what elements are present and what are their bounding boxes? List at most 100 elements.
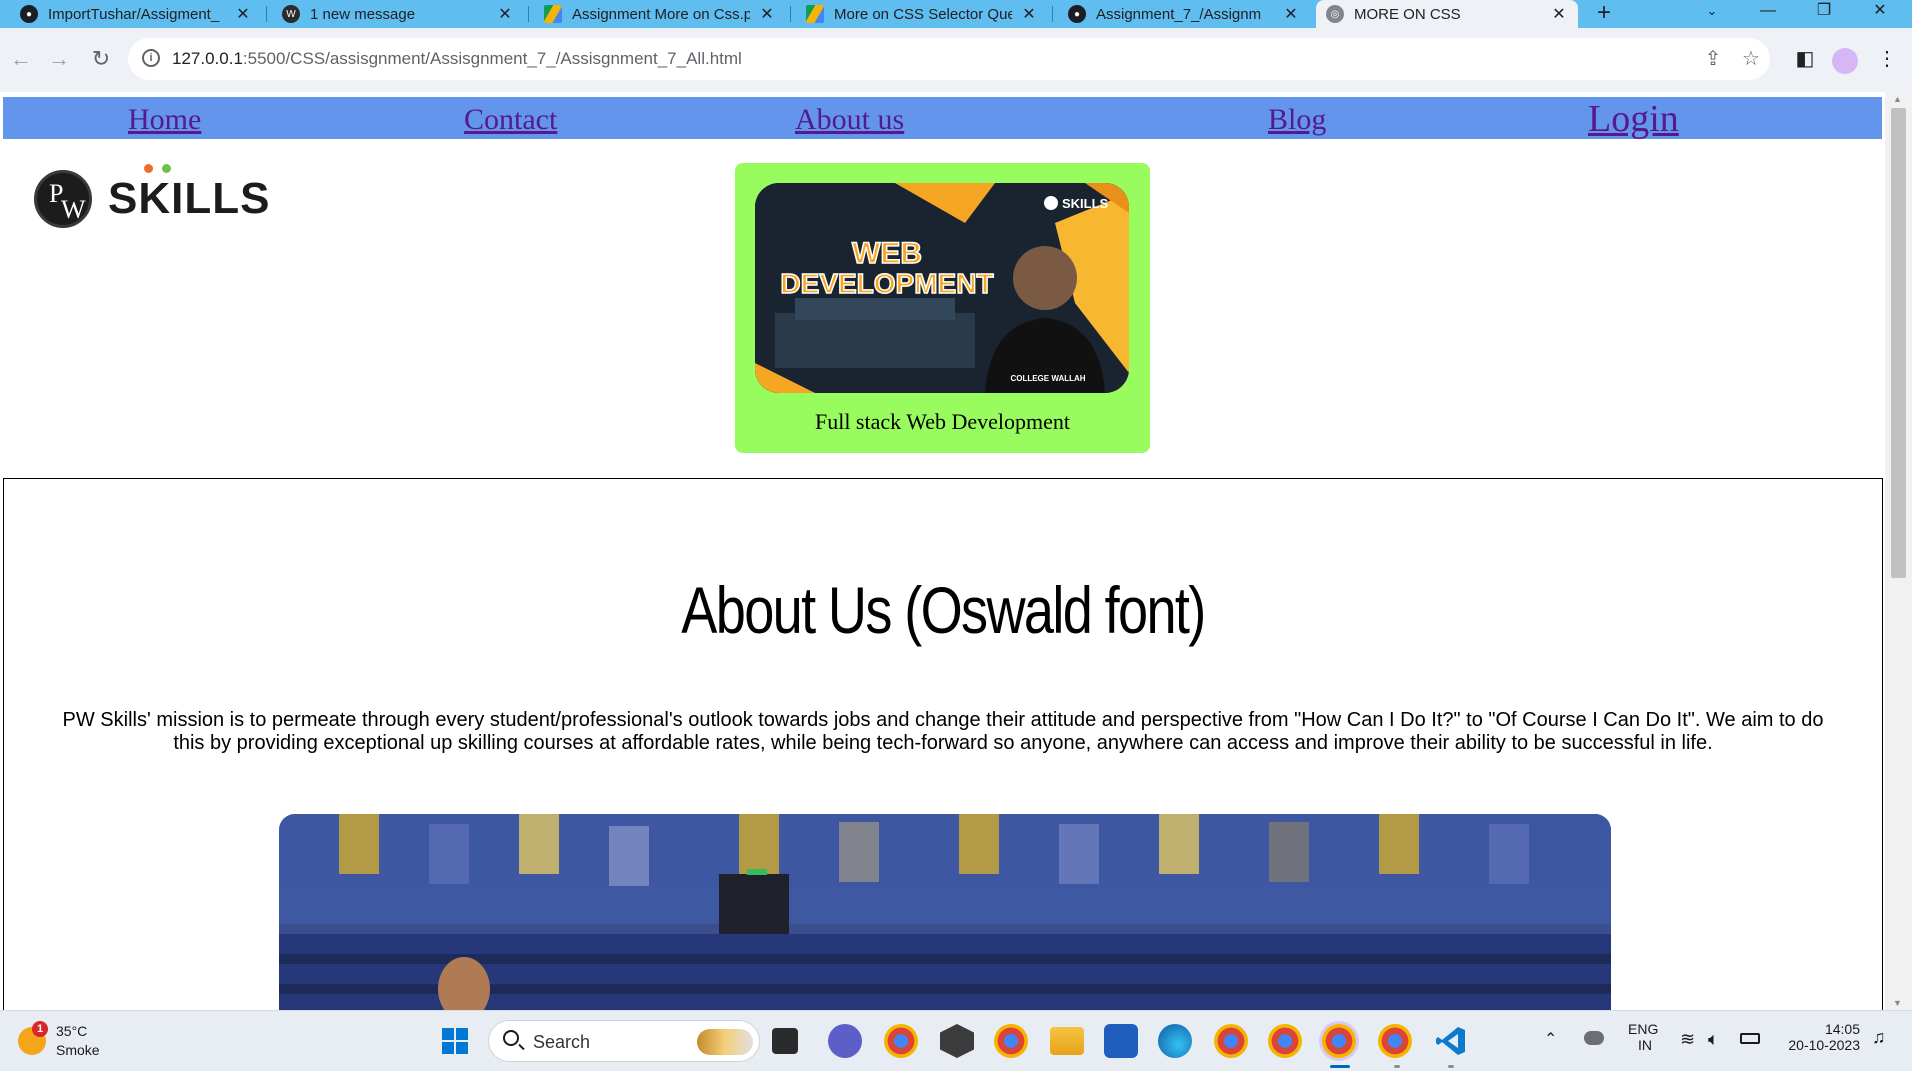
battery-icon[interactable] xyxy=(1740,1033,1760,1044)
running-app-indicator xyxy=(1394,1065,1400,1068)
about-heading: About Us (Oswald font) xyxy=(681,573,1206,647)
page-scrollbar[interactable]: ▲ ▼ xyxy=(1885,92,1912,1010)
about-mission-text: PW Skills' mission is to permeate throug… xyxy=(62,709,1824,754)
tab-assignment-drive[interactable]: Assignment More on Css.p ✕ xyxy=(534,0,786,28)
close-tab-icon[interactable]: ✕ xyxy=(1282,4,1300,24)
scroll-up-arrow-icon[interactable]: ▲ xyxy=(1893,94,1902,104)
browser-toolbar: ← → ↻ i 127.0.0.1:5500/CSS/assisgnment/A… xyxy=(0,28,1912,92)
search-icon xyxy=(503,1030,519,1046)
logo-dot-orange xyxy=(144,164,153,173)
microsoft-store-icon[interactable] xyxy=(1104,1024,1138,1058)
weather-notification-badge: 1 xyxy=(32,1021,48,1037)
nav-link-home[interactable]: Home xyxy=(128,103,201,137)
thumbnail-title-line1: WEB xyxy=(852,237,922,270)
course-card-caption: Full stack Web Development xyxy=(814,409,1071,434)
address-url[interactable]: 127.0.0.1:5500/CSS/assisgnment/Assisgnme… xyxy=(172,49,742,69)
menu-kebab-icon[interactable]: ⋮ xyxy=(1872,44,1902,74)
volume-icon[interactable]: 🔈︎ xyxy=(1708,1029,1719,1050)
weather-condition: Smoke xyxy=(56,1042,100,1058)
tab-separator xyxy=(790,6,791,22)
back-button[interactable]: ← xyxy=(6,44,36,74)
close-tab-icon[interactable]: ✕ xyxy=(1020,4,1038,24)
auditorium-photo-art xyxy=(279,814,1611,1010)
side-panel-icon[interactable]: ◧ xyxy=(1790,44,1820,74)
scrollbar-thumb[interactable] xyxy=(1891,108,1906,578)
restore-button[interactable]: ❐ xyxy=(1796,0,1852,28)
pw-logo-mark: P W xyxy=(34,170,92,228)
nav-link-login[interactable]: Login xyxy=(1588,97,1679,141)
google-drive-icon xyxy=(806,5,824,23)
running-app-indicator xyxy=(1448,1065,1454,1068)
close-window-button[interactable]: ✕ xyxy=(1852,0,1908,28)
tab-search-chevron-icon[interactable]: ⌄ xyxy=(1684,0,1740,28)
taskbar-search[interactable]: Search xyxy=(488,1020,760,1062)
close-tab-icon[interactable]: ✕ xyxy=(758,4,776,24)
course-thumbnail: WEB DEVELOPMENT SKILLS COLLEGE WALLAH xyxy=(755,183,1129,393)
web-development-thumbnail-art: WEB DEVELOPMENT SKILLS COLLEGE WALLAH xyxy=(755,183,1129,393)
site-info-icon[interactable]: i xyxy=(142,49,160,67)
forward-button[interactable]: → xyxy=(44,44,74,74)
share-icon[interactable]: ⇪ xyxy=(1700,46,1726,72)
chrome-active-icon[interactable] xyxy=(1322,1024,1356,1058)
task-view-icon[interactable] xyxy=(772,1028,798,1054)
notification-bell-icon[interactable]: ♫ xyxy=(1872,1027,1886,1048)
teams-chat-icon[interactable] xyxy=(828,1024,862,1058)
tab-github-assignment-7[interactable]: ● Assignment_7_/Assignm ✕ xyxy=(1058,0,1310,28)
google-drive-icon xyxy=(544,5,562,23)
nav-link-about[interactable]: About us xyxy=(795,103,904,137)
edge-icon[interactable] xyxy=(1158,1024,1192,1058)
tab-more-on-css[interactable]: ◎ MORE ON CSS ✕ xyxy=(1316,0,1578,28)
vscode-icon[interactable] xyxy=(1434,1024,1468,1058)
wordpress-icon: W xyxy=(282,5,300,23)
url-host: 127.0.0.1 xyxy=(172,49,243,68)
active-app-indicator xyxy=(1330,1065,1350,1068)
thumbnail-brand: SKILLS xyxy=(1062,196,1109,211)
weather-temperature: 35°C xyxy=(56,1023,88,1039)
profile-avatar[interactable] xyxy=(1832,48,1858,74)
tab-github-assignment[interactable]: ● ImportTushar/Assigment_ ✕ xyxy=(10,0,262,28)
logo-dot-green xyxy=(162,164,171,173)
system-clock[interactable]: 14:05 20-10-2023 xyxy=(1780,1021,1860,1053)
nav-link-contact[interactable]: Contact xyxy=(464,103,557,137)
github-icon: ● xyxy=(20,5,38,23)
onedrive-icon[interactable] xyxy=(1584,1031,1604,1045)
minimize-button[interactable]: — xyxy=(1740,0,1796,28)
app-hexagon-icon[interactable] xyxy=(940,1024,974,1058)
new-tab-button[interactable]: + xyxy=(1592,0,1616,28)
wifi-icon[interactable]: ≋ xyxy=(1680,1029,1695,1050)
chrome-profile-3-icon[interactable] xyxy=(1378,1024,1412,1058)
address-bar[interactable]: i 127.0.0.1:5500/CSS/assisgnment/Assisgn… xyxy=(128,38,1770,80)
search-highlight-icon xyxy=(697,1029,753,1055)
close-tab-icon[interactable]: ✕ xyxy=(496,4,514,24)
tab-css-selector-drive[interactable]: More on CSS Selector Que ✕ xyxy=(796,0,1048,28)
tab-separator xyxy=(266,6,267,22)
scroll-down-arrow-icon[interactable]: ▼ xyxy=(1893,998,1902,1008)
github-icon: ● xyxy=(1068,5,1086,23)
chrome-profile-t-icon[interactable] xyxy=(1214,1024,1248,1058)
browser-tab-strip: ● ImportTushar/Assigment_ ✕ W 1 new mess… xyxy=(0,0,1912,28)
tab-new-message[interactable]: W 1 new message ✕ xyxy=(272,0,524,28)
clock-time: 14:05 xyxy=(1824,1021,1860,1037)
reload-button[interactable]: ↻ xyxy=(86,44,116,74)
chrome-profile-2-icon[interactable] xyxy=(1268,1024,1302,1058)
windows-start-icon[interactable] xyxy=(438,1024,472,1058)
show-hidden-icons-chevron-icon[interactable]: ⌃ xyxy=(1544,1029,1557,1049)
language-code: ENG xyxy=(1628,1021,1659,1037)
close-tab-icon[interactable]: ✕ xyxy=(1550,4,1568,24)
language-indicator[interactable]: ENG IN xyxy=(1628,1021,1658,1053)
chrome-icon[interactable] xyxy=(994,1024,1028,1058)
nav-link-blog[interactable]: Blog xyxy=(1268,103,1326,137)
about-section: About Us (Oswald font) PW Skills' missio… xyxy=(3,478,1883,1010)
search-placeholder: Search xyxy=(533,1032,591,1052)
globe-icon: ◎ xyxy=(1326,5,1344,23)
thumbnail-shirt-text: COLLEGE WALLAH xyxy=(1010,374,1085,383)
auditorium-photo xyxy=(279,814,1611,1010)
file-explorer-icon[interactable] xyxy=(1050,1027,1084,1055)
site-nav-bar: Home Contact About us Blog Login xyxy=(3,97,1882,141)
page-viewport: Home Contact About us Blog Login P W SKI… xyxy=(0,92,1912,1010)
course-card[interactable]: WEB DEVELOPMENT SKILLS COLLEGE WALLAH Fu… xyxy=(735,163,1150,453)
close-tab-icon[interactable]: ✕ xyxy=(234,4,252,24)
bookmark-star-icon[interactable]: ☆ xyxy=(1738,46,1764,72)
chrome-profile-icon[interactable] xyxy=(884,1024,918,1058)
weather-widget[interactable]: 1 35°C Smoke xyxy=(18,1021,138,1063)
